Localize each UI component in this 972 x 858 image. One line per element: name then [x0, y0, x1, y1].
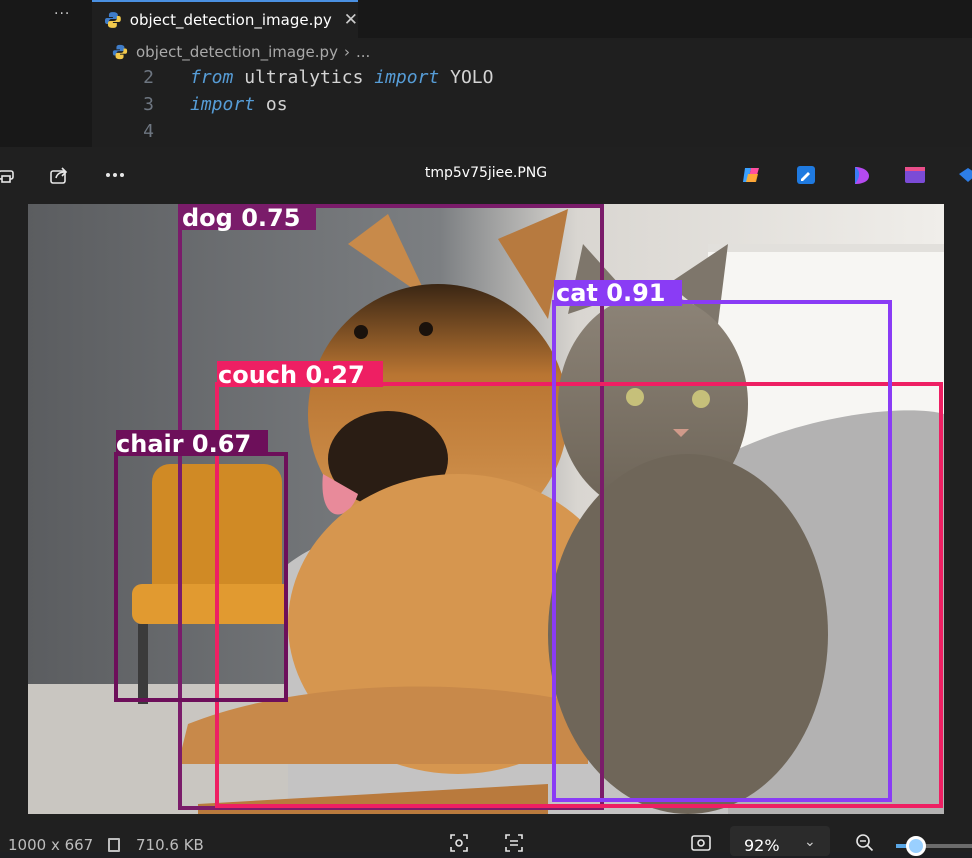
python-icon: [104, 12, 121, 28]
code-line: 3 import os: [92, 91, 972, 118]
breadcrumb: object_detection_image.py › ...: [92, 40, 370, 64]
code-line: 4: [92, 118, 972, 145]
line-number: 3: [143, 94, 154, 115]
zoom-value: 92%: [744, 836, 780, 855]
edit-icon[interactable]: [794, 163, 818, 187]
detection-image: dog 0.75 couch 0.27 cat 0.91 chair 0.67: [28, 204, 944, 814]
actual-size-icon[interactable]: [690, 832, 712, 854]
clipchamp-icon[interactable]: [903, 163, 927, 187]
tab-label: object_detection_image.py: [129, 11, 332, 29]
photo-viewer: tmp5v75jiee.PNG dog 0.75 couch 0.27 cat …: [0, 147, 972, 856]
activity-area: ···: [0, 0, 92, 147]
detection-label-cat: cat 0.91: [556, 279, 665, 307]
line-number: 4: [143, 121, 154, 142]
zoom-slider-thumb[interactable]: [905, 836, 926, 856]
code-line: 2 from ultralytics import YOLO: [92, 64, 972, 91]
breadcrumb-file[interactable]: object_detection_image.py: [136, 43, 338, 61]
image-dimensions: 1000 x 667: [8, 836, 94, 854]
chevron-right-icon: ›: [343, 43, 350, 61]
keyword: import: [190, 94, 256, 115]
code-area[interactable]: 2 from ultralytics import YOLO 3 import …: [92, 64, 972, 145]
viewer-toolbar: tmp5v75jiee.PNG: [0, 147, 972, 203]
python-icon: [112, 44, 128, 60]
zoom-out-icon[interactable]: [854, 832, 876, 854]
line-number: 2: [143, 67, 154, 88]
tab-object-detection[interactable]: object_detection_image.py ✕: [92, 0, 358, 38]
text-select-icon[interactable]: [503, 832, 525, 854]
copilot-icon[interactable]: [739, 163, 763, 187]
designer-icon[interactable]: [850, 163, 874, 187]
code-text: os: [255, 94, 288, 115]
fit-to-window-icon[interactable]: [448, 832, 470, 854]
breadcrumb-more[interactable]: ...: [356, 43, 370, 61]
app-icon[interactable]: [956, 163, 972, 187]
status-bar: 1000 x 667 710.6 KB 92% ⌄: [0, 814, 972, 856]
chevron-down-icon: ⌄: [804, 834, 816, 850]
keyword: import: [374, 67, 440, 88]
file-size-icon: [108, 838, 120, 852]
tab-bar: object_detection_image.py ✕: [92, 0, 972, 38]
zoom-slider[interactable]: [896, 836, 972, 856]
close-icon[interactable]: ✕: [344, 10, 358, 30]
file-size: 710.6 KB: [136, 836, 204, 854]
code-text: YOLO: [439, 67, 494, 88]
code-editor: ··· object_detection_image.py ✕ object_d…: [0, 0, 972, 147]
detection-label-dog: dog 0.75: [182, 204, 300, 232]
code-text: ultralytics: [233, 67, 375, 88]
detection-label-chair: chair 0.67: [116, 430, 251, 458]
file-name: tmp5v75jiee.PNG: [424, 165, 548, 181]
detection-label-couch: couch 0.27: [218, 361, 365, 389]
keyword: from: [190, 67, 234, 88]
more-actions-icon[interactable]: ···: [54, 6, 70, 22]
